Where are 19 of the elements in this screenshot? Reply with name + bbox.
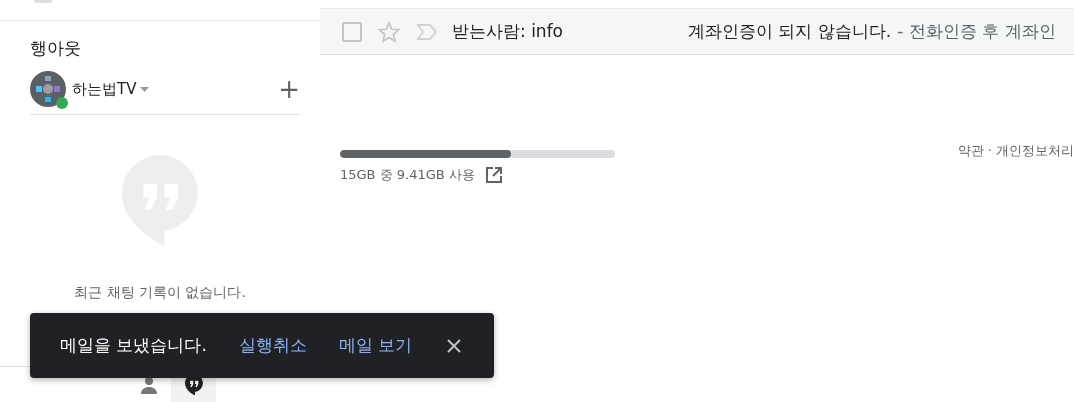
panel-title: 행아웃: [30, 37, 82, 60]
checkbox[interactable]: [342, 21, 362, 42]
person-icon: [139, 375, 158, 394]
storage-text: 15GB 중 9.41GB 사용: [340, 166, 475, 184]
external-link-icon[interactable]: [484, 166, 503, 184]
snackbar-message: 메일을 보냈습니다.: [60, 334, 207, 357]
snippet: - 전화인증 후 계좌인: [897, 20, 1056, 43]
recipient: 받는사람: info: [452, 20, 564, 43]
user-name[interactable]: 하는법TV: [72, 79, 137, 99]
close-button[interactable]: [446, 337, 463, 354]
caret-icon[interactable]: [140, 86, 150, 92]
snackbar-action[interactable]: 실행취소: [238, 334, 307, 357]
avatar[interactable]: [30, 71, 66, 107]
snackbar-action[interactable]: 메일 보기: [338, 334, 413, 357]
empty-message: 최근 채팅 기록이 없습니다.: [74, 284, 246, 303]
add-button[interactable]: +: [278, 76, 300, 102]
footer-links[interactable]: 약관 · 개인정보처리: [957, 142, 1074, 184]
subject: 계좌인증이 되지 않습니다.: [688, 20, 892, 43]
star-icon[interactable]: [378, 20, 400, 43]
